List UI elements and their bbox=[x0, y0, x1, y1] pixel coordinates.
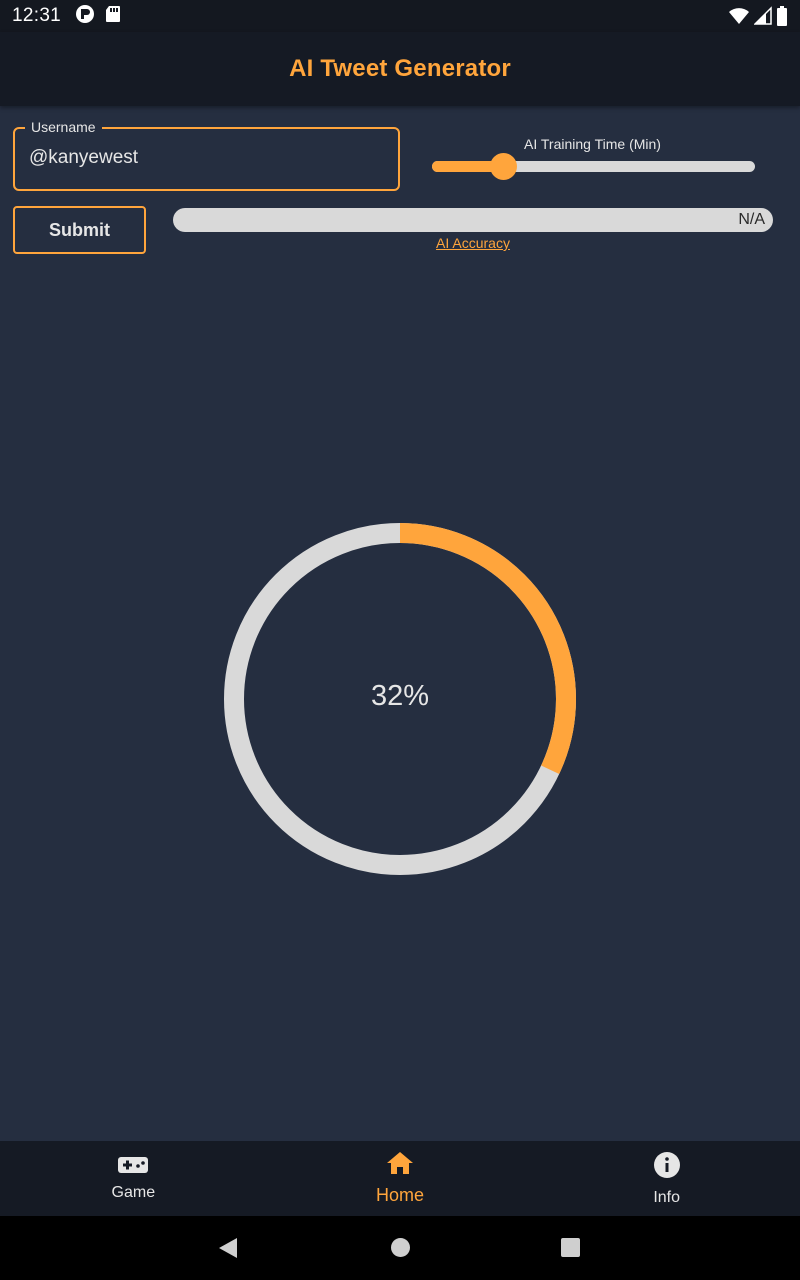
training-time-label: AI Training Time (Min) bbox=[524, 136, 661, 152]
status-left-icons bbox=[75, 4, 121, 29]
media-app-icon bbox=[75, 4, 95, 29]
username-input[interactable]: @kanyewest bbox=[29, 147, 138, 169]
home-circle-icon[interactable] bbox=[391, 1238, 410, 1257]
gamepad-icon bbox=[118, 1156, 149, 1179]
nav-label-info: Info bbox=[653, 1188, 681, 1206]
recents-square-icon[interactable] bbox=[561, 1238, 580, 1257]
sd-card-icon bbox=[105, 5, 121, 28]
status-right-icons bbox=[728, 5, 788, 32]
app-title: AI Tweet Generator bbox=[289, 55, 511, 82]
submit-button[interactable]: Submit bbox=[13, 206, 146, 254]
back-icon[interactable] bbox=[218, 1237, 238, 1264]
bottom-nav: Game Home Info bbox=[0, 1141, 800, 1216]
username-field[interactable]: Username @kanyewest bbox=[13, 119, 400, 191]
nav-label-game: Game bbox=[111, 1183, 156, 1201]
nav-item-home[interactable]: Home bbox=[267, 1141, 534, 1216]
nav-item-info[interactable]: Info bbox=[533, 1141, 800, 1216]
info-icon bbox=[653, 1151, 681, 1184]
accuracy-link[interactable]: AI Accuracy bbox=[173, 235, 773, 251]
cell-signal-icon bbox=[753, 6, 772, 31]
status-bar: 12:31 bbox=[0, 0, 800, 32]
wifi-icon bbox=[728, 6, 750, 31]
accuracy-bar: N/A bbox=[173, 208, 773, 232]
home-icon bbox=[386, 1151, 414, 1180]
nav-label-home: Home bbox=[376, 1185, 425, 1205]
username-label: Username bbox=[25, 119, 102, 135]
battery-icon bbox=[776, 5, 788, 32]
app-bar: AI Tweet Generator bbox=[0, 32, 800, 106]
progress-percent: 32% bbox=[370, 680, 430, 712]
system-nav-bar bbox=[0, 1216, 800, 1280]
status-time: 12:31 bbox=[12, 5, 62, 26]
training-time-slider[interactable] bbox=[432, 153, 755, 180]
nav-item-game[interactable]: Game bbox=[0, 1141, 267, 1216]
slider-thumb[interactable] bbox=[490, 153, 518, 180]
accuracy-value: N/A bbox=[738, 211, 765, 228]
